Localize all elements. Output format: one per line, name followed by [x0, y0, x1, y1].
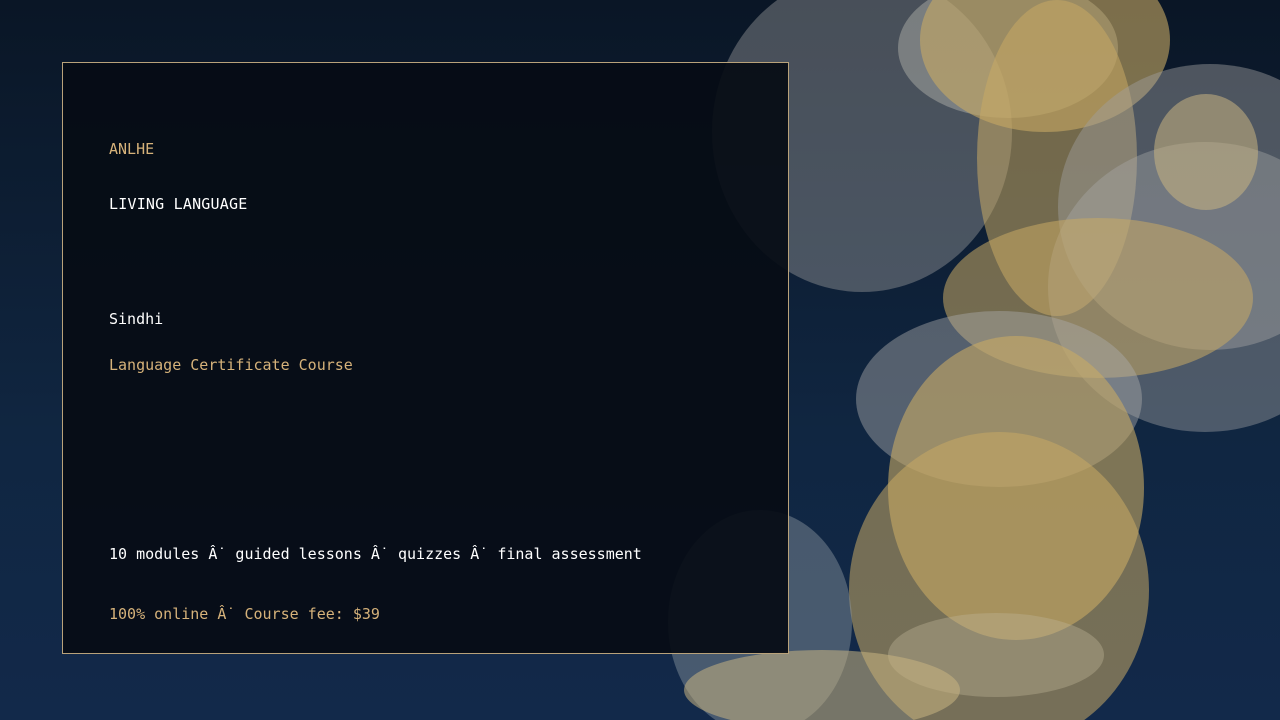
course-card: ANLHE LIVING LANGUAGE Sindhi Language Ce…	[62, 62, 789, 654]
course-details: 10 modules Â˙ guided lessons Â˙ quizzes …	[109, 545, 642, 563]
bokeh-circle	[1154, 94, 1258, 210]
tagline: LIVING LANGUAGE	[109, 195, 248, 213]
course-type: Language Certificate Course	[109, 356, 353, 374]
language-title: Sindhi	[109, 310, 164, 328]
course-pricing: 100% online Â˙ Course fee: $39	[109, 605, 380, 623]
brand-label: ANLHE	[109, 140, 155, 158]
